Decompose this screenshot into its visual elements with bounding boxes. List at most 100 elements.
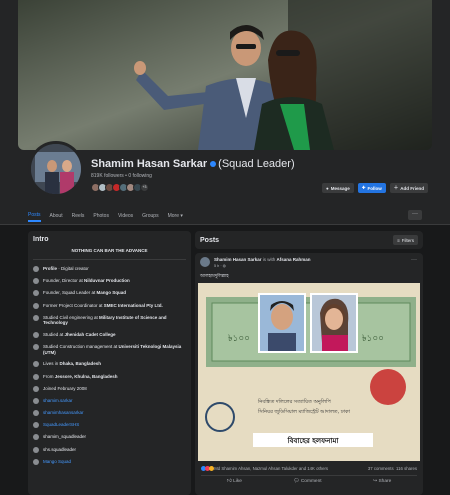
intro-item-label: Studied at — [43, 331, 65, 337]
engagement-counts: 37 comments 116 shares — [368, 466, 417, 471]
intro-link-text[interactable]: shamim.sarkar — [43, 398, 73, 404]
intro-item: Studied Construction management at Unive… — [33, 344, 186, 355]
intro-item-link[interactable]: Nilduvnar Production — [84, 278, 130, 283]
intro-link[interactable]: shamim.sarkar — [33, 397, 186, 404]
add-friend-button[interactable]: ＋ Add Friend — [389, 183, 428, 193]
globe-icon: ◍ — [222, 264, 226, 268]
tab-photos[interactable]: Photos — [93, 210, 109, 222]
intro-item: From Jessore, Khulna, Bangladesh — [33, 373, 186, 380]
tab-reels[interactable]: Reels — [72, 210, 85, 222]
graduation-cap-icon — [33, 314, 39, 321]
tab-posts[interactable]: Posts — [28, 210, 41, 222]
intro-item-link[interactable]: Dhaka, Bangladesh — [60, 361, 102, 366]
follow-button[interactable]: ✚ Follow — [357, 183, 386, 193]
home-icon — [33, 361, 39, 368]
briefcase-icon — [33, 278, 39, 285]
post-options-icon[interactable]: ··· — [411, 257, 417, 263]
message-label: Message — [330, 185, 350, 191]
like-button[interactable]: 👍︎ Like — [227, 479, 242, 484]
intro-link-text[interactable]: SquadLeaderSHS — [43, 422, 79, 428]
profile-actions: ● Message ✚ Follow ＋ Add Friend — [321, 183, 428, 193]
profile-avatar[interactable] — [28, 141, 84, 197]
post-image[interactable]: ৳১০০ ৳১০০ নিবন্ধিত দলিলের সত্যায়িত অনুল… — [198, 283, 420, 461]
reactions-bar[interactable]: Md Shamim Ahsan, Nazmul Ahsan Talukder a… — [201, 466, 417, 472]
intro-link[interactable]: Mango Squad — [33, 458, 186, 465]
tab-videos[interactable]: Videos — [118, 210, 133, 222]
with-text: is with — [261, 257, 277, 262]
intro-item: Profile · Digital creator — [33, 266, 186, 272]
intro-link[interactable]: SquadLeaderSHS — [33, 422, 186, 429]
divider — [201, 475, 417, 476]
friend-count-badge[interactable]: +3 — [140, 183, 149, 192]
intro-item-label: · Digital creator — [57, 266, 89, 271]
messenger-icon: ● — [325, 185, 329, 191]
followers-count[interactable]: 819K followers • 0 following — [91, 173, 152, 179]
post-actions: 👍︎ Like 💬︎ Comment ↪ Share — [201, 479, 417, 484]
intro-link[interactable]: shamim_squadleader — [33, 434, 186, 441]
intro-item-label: Founder, Director at — [43, 278, 85, 284]
intro-link-text[interactable]: shamimhasansarkar — [43, 410, 84, 416]
name-text: Shamim Hasan Sarkar — [91, 158, 208, 170]
instagram-icon — [33, 397, 39, 404]
briefcase-icon — [33, 290, 39, 297]
cover-photo[interactable] — [18, 0, 432, 150]
tab-more-label: More — [167, 213, 179, 219]
tab-more[interactable]: More ▾ — [168, 210, 183, 222]
posts-title: Posts — [200, 236, 220, 244]
share-button[interactable]: ↪ Share — [373, 479, 391, 484]
comment-button[interactable]: 💬︎ Comment — [293, 479, 321, 484]
message-button[interactable]: ● Message — [321, 183, 354, 193]
intro-item-text: Studied Civil engineering at Military In… — [43, 315, 186, 326]
intro-item-label: Former Project Coordinator at — [43, 302, 104, 308]
post-author-name[interactable]: Shamim Hasan Sarkar — [214, 257, 262, 262]
follow-label: Follow — [367, 185, 382, 191]
comments-count[interactable]: 37 comments — [368, 466, 394, 471]
intro-bio: NOTHING CAN BAR THE ADVANCE — [71, 248, 148, 253]
intro-item-link[interactable]: Mango Squad — [97, 290, 127, 295]
intro-item-text: Founder, Squad Leader at Mango Squad — [43, 290, 126, 296]
intro-item-link[interactable]: Jessore, Khulna, Bangladesh — [55, 374, 118, 379]
reactions-summary[interactable]: Md Shamim Ahsan, Nazmul Ahsan Talukder a… — [201, 466, 329, 472]
filters-button[interactable]: ≡ Filters — [393, 235, 418, 245]
tiktok-icon — [33, 446, 39, 453]
verified-badge-icon — [210, 160, 217, 167]
intro-item: Former Project Coordinator at SMEC Inter… — [33, 302, 186, 309]
intro-item-label: Lives in — [43, 361, 60, 367]
link-icon — [33, 458, 39, 465]
follow-icon: ✚ — [361, 185, 366, 190]
location-pin-icon — [33, 373, 39, 380]
intro-link-text[interactable]: shamim_squadleader — [43, 434, 86, 440]
twitter-icon — [33, 422, 39, 429]
more-options-button[interactable]: ··· — [408, 210, 422, 220]
tab-about[interactable]: About — [50, 210, 63, 222]
intro-link-text[interactable]: shs.squadleader — [43, 447, 76, 453]
filters-label: Filters — [401, 237, 414, 243]
thumbs-up-icon: 👍︎ — [226, 479, 232, 484]
post-timestamp[interactable]: 5 h · ◍ — [214, 263, 226, 268]
tab-groups[interactable]: Groups — [142, 210, 158, 222]
intro-item-label: Joined February 2008 — [43, 385, 87, 391]
intro-link-text[interactable]: Mango Squad — [43, 459, 71, 465]
intro-item-text: Founder, Director at Nilduvnar Productio… — [43, 278, 130, 284]
intro-link[interactable]: shs.squadleader — [33, 446, 186, 453]
reactions-text: Md Shamim Ahsan, Nazmul Ahsan Talukder a… — [214, 466, 329, 471]
friend-avatars[interactable]: +3 — [91, 183, 149, 192]
tagged-person[interactable]: Afsana Rahman — [277, 257, 311, 262]
intro-link[interactable]: shamimhasansarkar — [33, 410, 186, 417]
graduation-cap-icon — [33, 331, 39, 338]
svg-text:নিবন্ধিত দলিলের সত্যায়িত অনুল: নিবন্ধিত দলিলের সত্যায়িত অনুলিপি — [257, 399, 331, 405]
graduation-cap-icon — [33, 344, 39, 351]
document-title: বিবাহের হলফনামা — [287, 436, 340, 445]
shares-count[interactable]: 116 shares — [396, 466, 417, 471]
intro-item-text: Profile · Digital creator — [43, 266, 89, 272]
chevron-down-icon: ▾ — [180, 213, 183, 219]
intro-item-link[interactable]: SMEC International Pty Ltd. — [104, 303, 163, 308]
intro-item-text: Lives in Dhaka, Bangladesh — [43, 361, 101, 367]
intro-item-label: Founder, Squad Leader at — [43, 290, 97, 296]
intro-item-text: Studied Construction management at Unive… — [43, 344, 186, 355]
intro-item-label: Studied Civil engineering at — [43, 314, 100, 320]
svg-text:৳১০০: ৳১০০ — [228, 334, 250, 344]
intro-item-link[interactable]: Jhenidah Cadet College — [65, 332, 116, 337]
post-author-avatar[interactable] — [200, 257, 210, 267]
post-time-text: 5 h · — [214, 264, 222, 268]
